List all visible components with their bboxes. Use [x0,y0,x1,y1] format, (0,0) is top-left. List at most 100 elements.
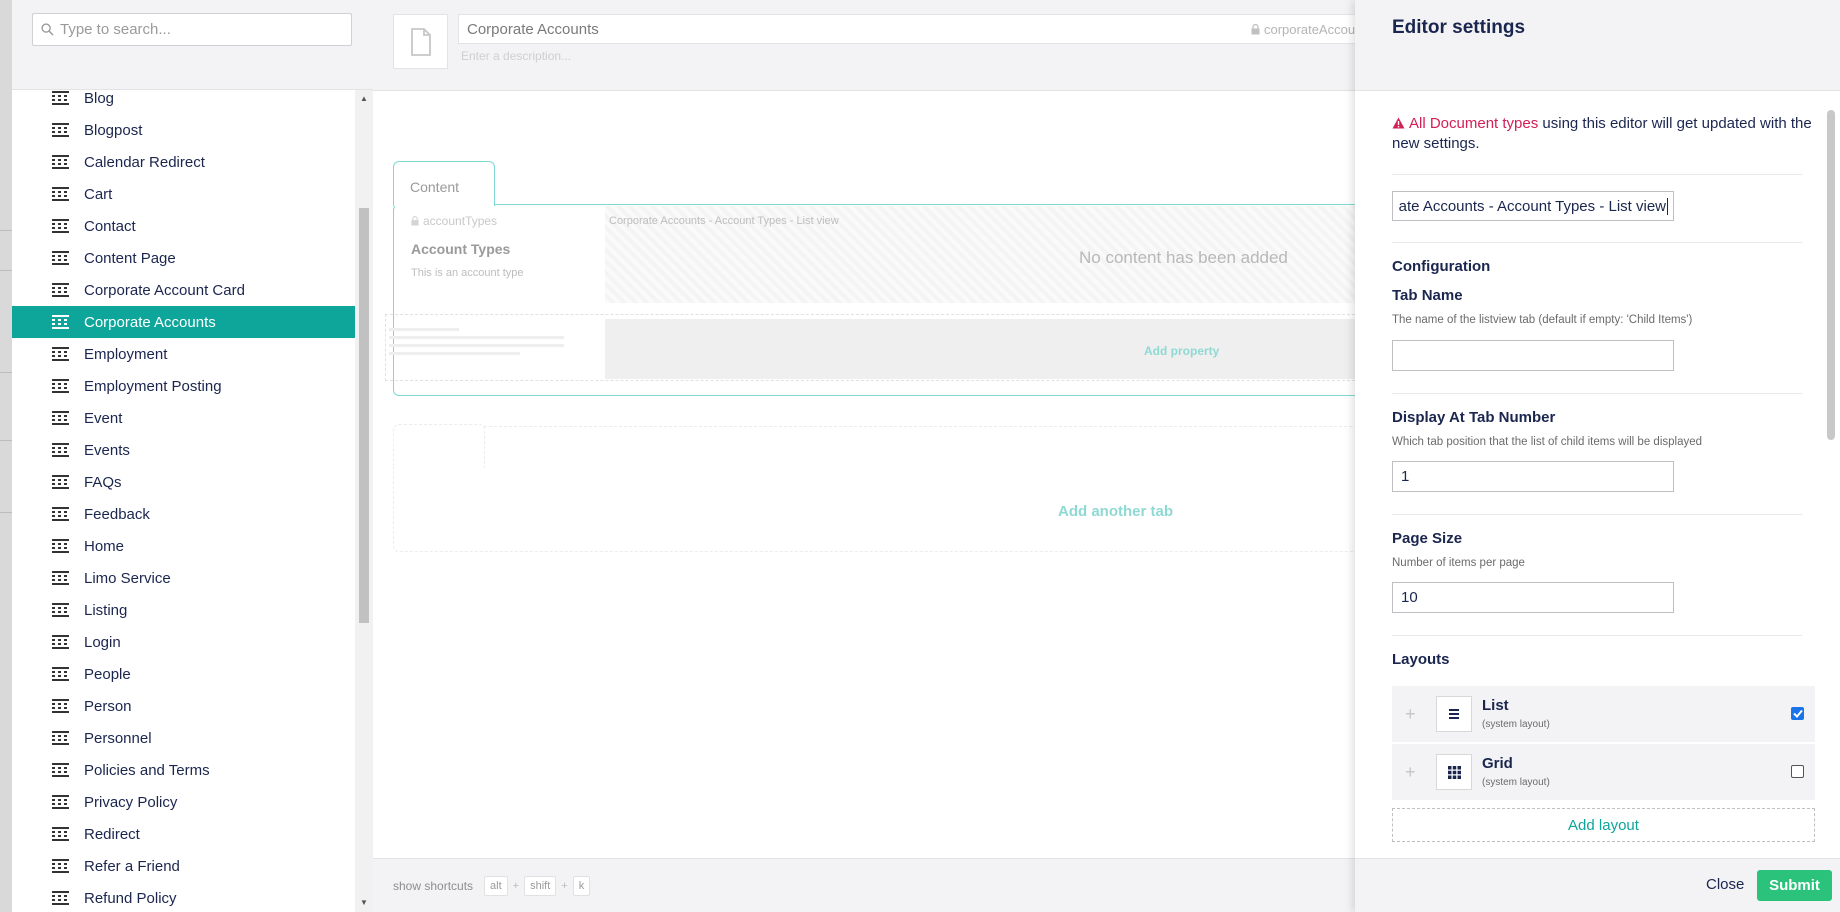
add-layout-button[interactable]: Add layout [1392,808,1815,842]
description-input[interactable]: Enter a description... [461,49,571,63]
tree-item[interactable]: Privacy Policy [12,786,355,818]
document-type-name-input[interactable]: Corporate Accounts [458,14,1358,44]
tree-item-label: FAQs [84,473,122,491]
layout-row-list[interactable]: + List (system layout) [1392,686,1815,742]
submit-button[interactable]: Submit [1757,870,1832,901]
property-placeholder-lines [389,328,564,360]
tab-content[interactable]: Content [393,161,495,206]
drag-handle-icon[interactable]: + [1405,762,1416,783]
lock-icon [1251,24,1260,35]
tree-item-label: Blog [84,89,115,107]
tree-item[interactable]: Event [12,402,355,434]
list-view-doctype-icon [52,91,69,105]
display-at-tab-description: Which tab position that the list of chil… [1392,436,1703,448]
text-cursor [1667,197,1668,215]
add-property-label[interactable]: Add property [1144,344,1219,358]
dialog-body: All Document types using this editor wil… [1355,92,1840,858]
list-view-doctype-icon [52,475,69,489]
layouts-title: Layouts [1392,651,1450,668]
tree-item[interactable]: Events [12,434,355,466]
display-at-tab-input[interactable] [1392,461,1674,492]
tree-item[interactable]: Corporate Account Card [12,274,355,306]
tree-item-label: People [84,665,131,683]
list-view-doctype-icon [52,379,69,393]
tree-item[interactable]: Home [12,530,355,562]
alias-value: corporateAccou [1264,22,1356,37]
tree-search-box[interactable] [32,13,352,46]
close-button[interactable]: Close [1706,876,1744,893]
tab-name-input[interactable] [1392,340,1674,371]
property-alias-text: accountTypes [423,214,498,228]
add-tab-group [393,426,1383,552]
add-property-button[interactable] [605,319,1385,379]
tree-item[interactable]: Policies and Terms [12,754,355,786]
drag-handle-icon[interactable]: + [1405,704,1416,725]
tree-item[interactable]: People [12,658,355,690]
tree-search-input[interactable] [60,21,351,38]
tree-item[interactable]: Listing [12,594,355,626]
layout-name: Grid [1482,755,1513,772]
editor-footer: show shortcuts alt + shift + k [373,858,1355,912]
list-view-doctype-icon [52,667,69,681]
tree-item[interactable]: Refer a Friend [12,850,355,882]
key-k: k [572,875,591,896]
tab-name-title: Tab Name [1392,287,1463,304]
tree-item-label: Personnel [84,729,152,747]
tree-item-label: Privacy Policy [84,793,178,811]
strip-divider [0,372,12,373]
dialog-title: Editor settings [1392,17,1526,38]
list-view-doctype-icon [52,731,69,745]
page-size-description: Number of items per page [1392,557,1525,569]
update-warning: All Document types using this editor wil… [1392,114,1822,154]
layout-enabled-checkbox[interactable] [1791,765,1804,778]
layout-enabled-checkbox[interactable] [1791,707,1804,720]
tree-item-label: Refund Policy [84,889,177,907]
scroll-down-icon[interactable]: ▼ [360,898,368,907]
tree-item[interactable]: Employment [12,338,355,370]
list-view-doctype-icon [52,539,69,553]
tree-item[interactable]: Calendar Redirect [12,146,355,178]
grid-icon [1436,754,1472,790]
tree-item[interactable]: Refund Policy [12,882,355,912]
checkmark-icon [1792,709,1803,718]
ghost-tab [393,424,485,468]
tree-item[interactable]: Feedback [12,498,355,530]
tree-item[interactable]: Limo Service [12,562,355,594]
tree-list: Blog Blogpost Calendar Redirect Cart Contact… [12,82,355,912]
tree-item[interactable]: Cart [12,178,355,210]
list-view-doctype-icon [52,219,69,233]
tree-item[interactable]: Blog [12,82,355,114]
tree-item-label: Feedback [84,505,150,523]
tree-item[interactable]: Person [12,690,355,722]
list-view-doctype-icon [52,507,69,521]
tree-item[interactable]: Corporate Accounts [12,306,355,338]
tree-item[interactable]: FAQs [12,466,355,498]
tree-item-label: Content Page [84,249,176,267]
list-icon [1436,696,1472,732]
tree-scrollbar[interactable]: ▲ ▼ [355,90,373,912]
dialog-scrollbar-thumb[interactable] [1827,110,1835,440]
document-type-icon-picker[interactable] [393,14,448,69]
show-shortcuts-link[interactable]: show shortcuts [393,879,473,893]
editor-name-input[interactable]: ate Accounts - Account Types - List view [1392,191,1674,221]
layout-row-grid[interactable]: + Grid (system layout) [1392,744,1815,800]
tree-item[interactable]: Content Page [12,242,355,274]
scroll-up-icon[interactable]: ▲ [360,94,368,103]
tree-item[interactable]: Employment Posting [12,370,355,402]
tree-item-label: Home [84,537,125,555]
alias-field[interactable]: corporateAccou [1251,22,1355,37]
tree-item[interactable]: Redirect [12,818,355,850]
page-size-input[interactable] [1392,582,1674,613]
tree-item[interactable]: Blogpost [12,114,355,146]
add-another-tab-button[interactable]: Add another tab [1058,503,1173,520]
search-icon [41,23,54,36]
tree-item[interactable]: Contact [12,210,355,242]
list-view-doctype-icon [52,283,69,297]
tree-item-label: Corporate Accounts [84,313,216,331]
property-alias: accountTypes [411,214,497,228]
tree-scrollbar-thumb[interactable] [359,208,369,623]
tree-item[interactable]: Personnel [12,722,355,754]
tree-item[interactable]: Login [12,626,355,658]
list-view-doctype-icon [52,251,69,265]
document-type-name: Corporate Accounts [467,20,599,38]
